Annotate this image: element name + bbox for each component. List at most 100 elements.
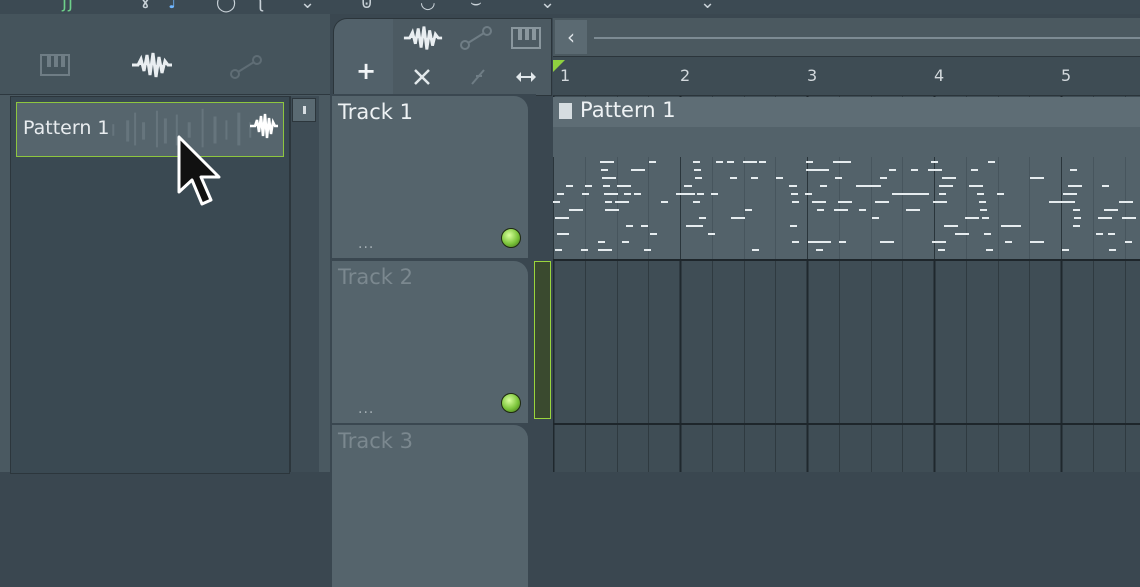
note-mark [624, 193, 631, 195]
note-mark [1109, 249, 1116, 251]
note-mark [776, 177, 783, 179]
note-mark [903, 193, 917, 195]
note-mark [859, 209, 866, 211]
track-header-3[interactable]: Track 3 [332, 425, 528, 587]
toolbar-glyph-icon[interactable]: ⌄ [700, 0, 715, 13]
close-icon[interactable] [407, 63, 437, 91]
note-mark [1073, 225, 1080, 227]
add-button[interactable]: + [356, 57, 376, 85]
note-mark [806, 169, 813, 171]
note-mark [915, 193, 929, 195]
track-enable-led[interactable] [501, 393, 521, 413]
note-mark [955, 233, 969, 235]
mouse-pointer-icon [176, 134, 228, 214]
note-mark [790, 225, 797, 227]
scroll-handle[interactable] [292, 98, 316, 122]
pattern-clip[interactable] [553, 127, 1140, 260]
clip-title: Pattern 1 [580, 98, 676, 122]
add-track-tab[interactable]: + [333, 18, 395, 95]
note-mark [600, 161, 614, 163]
chevron-left-icon[interactable]: ‹ [555, 20, 587, 54]
toolbar-glyph-icon[interactable]: ⌣ [470, 0, 482, 13]
toolbar-glyph-icon[interactable]: ɤ [140, 0, 151, 13]
note-mark [661, 201, 668, 203]
audio-wave-icon[interactable] [401, 23, 445, 53]
toolbar-glyph-icon[interactable]: ⌄ [540, 0, 555, 13]
toolbar-glyph-icon[interactable]: ⊍ [360, 0, 373, 13]
note-mark [566, 185, 573, 187]
timeline-ruler[interactable] [553, 57, 1140, 96]
note-mark [812, 201, 826, 203]
note-mark [684, 185, 691, 187]
note-mark [650, 233, 657, 235]
playhead-marker[interactable] [553, 60, 565, 72]
bar-number: 2 [680, 66, 691, 85]
track-options[interactable]: ... [358, 401, 374, 417]
track-label: Track 1 [338, 100, 413, 124]
note-mark [820, 185, 827, 187]
bar-number: 4 [934, 66, 945, 85]
note-mark [681, 193, 695, 195]
note-mark [626, 225, 633, 227]
note-mark [980, 209, 987, 211]
note-mark [1102, 185, 1109, 187]
toolbar-glyph-icon[interactable]: ◯ [216, 0, 236, 13]
note-mark [819, 169, 826, 171]
note-mark [805, 193, 812, 195]
note-mark [1061, 201, 1075, 203]
toolbar-glyph-icon[interactable]: ♩ [168, 0, 177, 13]
note-mark [569, 209, 583, 211]
resize-icon[interactable] [509, 63, 543, 91]
track-selection-strip[interactable] [534, 261, 551, 419]
note-mark [988, 161, 995, 163]
track-header-2[interactable]: Track 2 ... [332, 261, 528, 423]
browser-scrollbar[interactable] [290, 96, 319, 472]
note-mark [1049, 201, 1063, 203]
note-mark [622, 241, 629, 243]
note-mark [833, 161, 840, 163]
track-options[interactable]: ... [358, 236, 374, 252]
note-mark [693, 201, 700, 203]
note-mark [1001, 225, 1015, 227]
note-mark [808, 241, 815, 243]
note-mark [752, 249, 759, 251]
note-mark [932, 241, 946, 243]
automation-icon[interactable] [457, 23, 495, 53]
note-mark [1070, 169, 1077, 171]
bar-number: 3 [807, 66, 818, 85]
toolbar-glyph-icon[interactable]: ◡ [420, 0, 436, 13]
note-mark [969, 217, 976, 219]
piano-icon[interactable] [507, 23, 545, 53]
toolbar-glyph-icon[interactable]: ʃʃ [62, 0, 74, 13]
track-header-1[interactable]: Track 1 ... [332, 96, 528, 258]
note-mark [856, 185, 870, 187]
note-mark [699, 217, 706, 219]
note-mark [889, 169, 896, 171]
note-mark [716, 161, 723, 163]
note-mark [602, 177, 616, 179]
note-mark [838, 201, 845, 203]
track-enable-led[interactable] [501, 228, 521, 248]
toolbar-glyph-icon[interactable]: ⌄ [300, 0, 315, 13]
tool-grid [393, 18, 552, 96]
note-mark [581, 249, 588, 251]
note-mark [693, 161, 700, 163]
note-mark [839, 241, 846, 243]
note-mark [553, 201, 560, 203]
note-mark [708, 233, 715, 235]
audio-wave-icon[interactable] [128, 50, 176, 80]
toolbar-glyph-icon[interactable]: ʅ [256, 0, 264, 13]
horizontal-scroll-track[interactable] [594, 37, 1140, 39]
note-mark [694, 169, 701, 171]
automation-icon[interactable] [228, 52, 264, 82]
note-mark [730, 177, 737, 179]
slash-icon[interactable] [463, 63, 493, 91]
piano-icon[interactable] [38, 50, 72, 80]
bar-number: 5 [1061, 66, 1072, 85]
pattern-icon [559, 103, 572, 119]
pattern-item[interactable]: Pattern 1 [16, 102, 284, 157]
note-mark [790, 185, 797, 187]
note-mark [880, 241, 894, 243]
note-mark [997, 193, 1004, 195]
note-mark [598, 241, 605, 243]
